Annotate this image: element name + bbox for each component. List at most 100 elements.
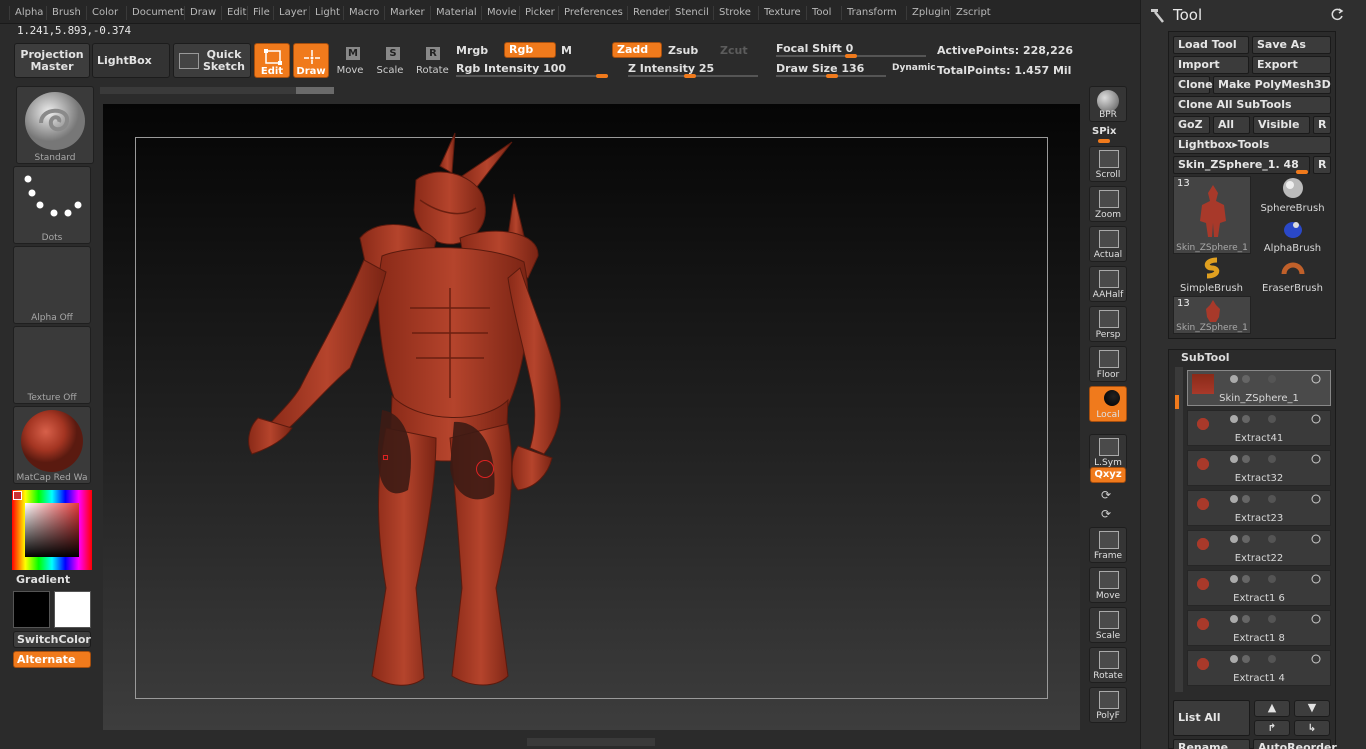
brush-selector[interactable]: Standard bbox=[16, 86, 94, 164]
zcut-toggle[interactable]: Zcut bbox=[720, 44, 748, 57]
menu-draw[interactable]: Draw bbox=[184, 6, 216, 20]
menu-picker[interactable]: Picker bbox=[519, 6, 555, 20]
texture-selector[interactable]: Texture Off bbox=[13, 326, 91, 404]
export-button[interactable]: Export bbox=[1252, 56, 1331, 74]
z-intensity-slider[interactable]: Z Intensity 25 bbox=[628, 62, 714, 75]
list-all-button[interactable]: List All bbox=[1173, 700, 1250, 736]
rotate-mode-button[interactable]: R Rotate bbox=[416, 45, 449, 77]
menu-material[interactable]: Material bbox=[430, 6, 477, 20]
refresh-icon[interactable] bbox=[1330, 7, 1344, 21]
menu-color[interactable]: Color bbox=[86, 6, 118, 20]
bottom-tray-handle[interactable] bbox=[527, 738, 655, 746]
alpha-selector[interactable]: Alpha Off bbox=[13, 246, 91, 324]
local-button[interactable]: Local bbox=[1089, 386, 1127, 422]
menu-brush[interactable]: Brush bbox=[46, 6, 81, 20]
tool-thumb-skin-zsphere[interactable]: 13 Skin_ZSphere_1 bbox=[1173, 176, 1251, 254]
mrgb-toggle[interactable]: Mrgb bbox=[456, 44, 488, 57]
current-tool-slider[interactable]: Skin_ZSphere_1. 48 bbox=[1173, 156, 1310, 174]
subtool-row[interactable]: Extract32 bbox=[1187, 450, 1331, 486]
goz-all-button[interactable]: All bbox=[1213, 116, 1250, 134]
move-button[interactable]: Move bbox=[1089, 567, 1127, 603]
document-scrollbar-thumb[interactable] bbox=[296, 87, 334, 94]
scale-button[interactable]: Scale bbox=[1089, 607, 1127, 643]
subtool-row[interactable]: Extract1 4 bbox=[1187, 650, 1331, 686]
tool-thumb-simplebrush[interactable]: SimpleBrush bbox=[1173, 256, 1250, 294]
draw-size-knob[interactable] bbox=[826, 74, 838, 78]
dynamic-toggle[interactable]: Dynamic bbox=[892, 63, 936, 73]
menu-transform[interactable]: Transform bbox=[841, 6, 897, 20]
persp-button[interactable]: Persp bbox=[1089, 306, 1127, 342]
subtool-scrollbar[interactable] bbox=[1175, 367, 1183, 692]
goz-r-button[interactable]: R bbox=[1313, 116, 1331, 134]
frame-button[interactable]: Frame bbox=[1089, 527, 1127, 563]
subtool-scroll-thumb[interactable] bbox=[1175, 395, 1179, 409]
menu-marker[interactable]: Marker bbox=[384, 6, 425, 20]
subtool-row[interactable]: Extract41 bbox=[1187, 410, 1331, 446]
subtool-toggles[interactable] bbox=[1228, 494, 1326, 504]
subtool-row[interactable]: Extract1 8 bbox=[1187, 610, 1331, 646]
creature-model[interactable] bbox=[240, 128, 580, 700]
draw-mode-button[interactable]: Draw bbox=[293, 43, 329, 78]
stroke-selector[interactable]: Dots bbox=[13, 166, 91, 244]
main-color-swatch[interactable] bbox=[13, 591, 50, 628]
lsym-button[interactable]: L.Sym bbox=[1089, 434, 1127, 470]
move-mode-button[interactable]: M Move bbox=[336, 45, 364, 77]
move-up-button[interactable]: ▲ bbox=[1254, 700, 1290, 717]
current-tool-knob[interactable] bbox=[1296, 170, 1308, 174]
menu-macro[interactable]: Macro bbox=[343, 6, 379, 20]
clone-all-subtools-button[interactable]: Clone All SubTools bbox=[1173, 96, 1331, 114]
zadd-toggle[interactable]: Zadd bbox=[612, 42, 662, 58]
menu-zscript[interactable]: Zscript bbox=[950, 6, 991, 20]
make-polymesh-button[interactable]: Make PolyMesh3D bbox=[1213, 76, 1331, 94]
subtool-toggles[interactable] bbox=[1228, 654, 1326, 664]
edit-mode-button[interactable]: Edit bbox=[254, 43, 290, 78]
menu-zplugin[interactable]: Zplugin bbox=[906, 6, 950, 20]
color-picker[interactable] bbox=[12, 490, 92, 570]
rename-button[interactable]: Rename bbox=[1173, 739, 1250, 749]
goz-button[interactable]: GoZ bbox=[1173, 116, 1210, 134]
quick-sketch-button[interactable]: Quick Sketch bbox=[173, 43, 251, 78]
tool-thumb-spherebrush[interactable]: SphereBrush bbox=[1254, 176, 1331, 214]
menu-edit[interactable]: Edit bbox=[221, 6, 246, 20]
rotate-x-icon[interactable]: ⟳ bbox=[1101, 488, 1111, 502]
rgb-intensity-knob[interactable] bbox=[596, 74, 608, 78]
import-button[interactable]: Import bbox=[1173, 56, 1249, 74]
polyf-button[interactable]: PolyF bbox=[1089, 687, 1127, 723]
tool-thumb-eraserbrush[interactable]: EraserBrush bbox=[1254, 256, 1331, 294]
current-tool-r-button[interactable]: R bbox=[1313, 156, 1331, 174]
menu-preferences[interactable]: Preferences bbox=[558, 6, 623, 20]
menu-document[interactable]: Document bbox=[126, 6, 184, 20]
z-intensity-knob[interactable] bbox=[684, 74, 696, 78]
actual-button[interactable]: Actual bbox=[1089, 226, 1127, 262]
spix-knob[interactable] bbox=[1098, 139, 1110, 143]
switch-color-button[interactable]: SwitchColor bbox=[13, 631, 91, 648]
goz-visible-button[interactable]: Visible bbox=[1253, 116, 1310, 134]
zoom-button[interactable]: Zoom bbox=[1089, 186, 1127, 222]
secondary-color-swatch[interactable] bbox=[54, 591, 91, 628]
menu-movie[interactable]: Movie bbox=[481, 6, 517, 20]
rotate-button[interactable]: Rotate bbox=[1089, 647, 1127, 683]
material-selector[interactable]: MatCap Red Wa bbox=[13, 406, 91, 484]
rotate-y-icon[interactable]: ⟳ bbox=[1101, 507, 1111, 521]
menu-stroke[interactable]: Stroke bbox=[713, 6, 751, 20]
focal-shift-knob[interactable] bbox=[845, 54, 857, 58]
menu-tool[interactable]: Tool bbox=[806, 6, 831, 20]
spix-slider[interactable]: SPix bbox=[1092, 126, 1116, 137]
subtool-toggles[interactable] bbox=[1228, 534, 1326, 544]
color-square[interactable] bbox=[25, 503, 79, 557]
clone-button[interactable]: Clone bbox=[1173, 76, 1213, 94]
zsub-toggle[interactable]: Zsub bbox=[668, 44, 698, 57]
scroll-button[interactable]: Scroll bbox=[1089, 146, 1127, 182]
menu-alpha[interactable]: Alpha bbox=[9, 6, 43, 20]
subtool-toggles[interactable] bbox=[1228, 374, 1326, 384]
menu-texture[interactable]: Texture bbox=[758, 6, 801, 20]
floor-button[interactable]: Floor bbox=[1089, 346, 1127, 382]
m-toggle[interactable]: M bbox=[561, 44, 572, 57]
subtool-row[interactable]: Extract1 6 bbox=[1187, 570, 1331, 606]
move-up-top-button[interactable]: ↱ bbox=[1254, 720, 1290, 736]
gradient-toggle[interactable]: Gradient bbox=[16, 573, 70, 586]
move-down-button[interactable]: ▼ bbox=[1294, 700, 1330, 717]
load-tool-button[interactable]: Load Tool bbox=[1173, 36, 1249, 54]
lightbox-button[interactable]: LightBox bbox=[92, 43, 170, 78]
subtool-toggles[interactable] bbox=[1228, 574, 1326, 584]
